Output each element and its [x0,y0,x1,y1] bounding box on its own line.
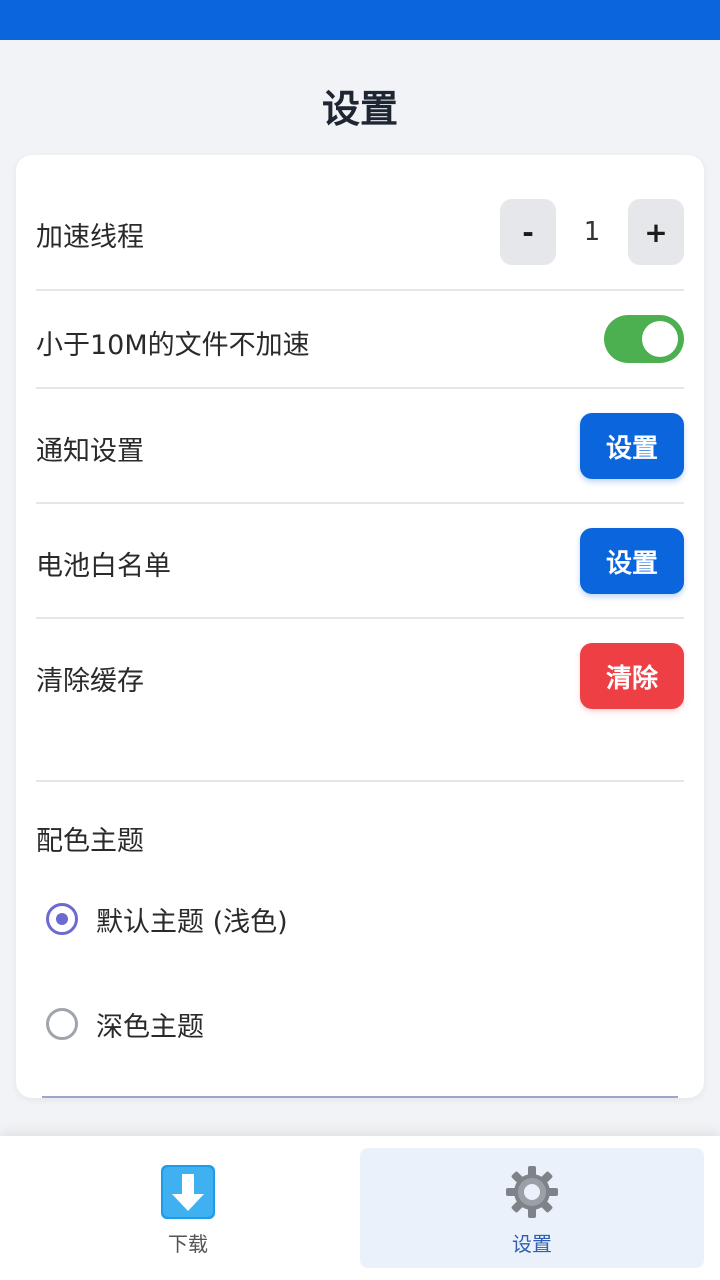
nav-item-settings[interactable]: 设置 [360,1148,704,1268]
small-file-label: 小于10M的文件不加速 [36,330,310,361]
threads-value: 1 [583,217,601,247]
decrement-button[interactable]: - [500,199,556,265]
theme-option-dark[interactable]: 深色主题 [46,1002,204,1046]
status-bar [0,0,720,40]
battery-settings-button[interactable]: 设置 [580,528,684,594]
radio-unselected-icon[interactable] [46,1008,78,1040]
settings-card: 加速线程 - 1 + 小于10M的文件不加速 通知设置 设置 电池白名单 设置 … [16,155,704,1098]
gear-icon [506,1166,558,1218]
clear-cache-button[interactable]: 清除 [580,643,684,709]
radio-selected-icon[interactable] [46,903,78,935]
threads-label: 加速线程 [36,222,144,253]
row-threads: 加速线程 - 1 + [36,155,684,291]
download-arrow-icon [161,1165,215,1219]
theme-option-light[interactable]: 默认主题 (浅色) [46,897,288,941]
nav-item-download[interactable]: 下载 [16,1148,360,1268]
row-notification: 通知设置 设置 [36,389,684,504]
nav-label-settings: 设置 [512,1232,552,1256]
nav-label-download: 下载 [168,1232,208,1256]
bottom-nav: 下载 设置 [0,1136,720,1280]
increment-button[interactable]: + [628,199,684,265]
notification-settings-button[interactable]: 设置 [580,413,684,479]
row-battery: 电池白名单 设置 [36,504,684,619]
theme-option-label: 深色主题 [96,1011,204,1043]
theme-option-label: 默认主题 (浅色) [96,906,288,938]
cache-label: 清除缓存 [36,666,144,697]
theme-title: 配色主题 [36,826,144,857]
toggle-knob [642,321,678,357]
row-cache: 清除缓存 清除 [36,619,684,782]
row-small-file: 小于10M的文件不加速 [36,291,684,389]
page-title: 设置 [321,87,398,131]
card-divider [42,1096,678,1098]
notification-label: 通知设置 [36,436,144,467]
battery-label: 电池白名单 [36,551,171,582]
small-file-toggle[interactable] [604,315,684,363]
